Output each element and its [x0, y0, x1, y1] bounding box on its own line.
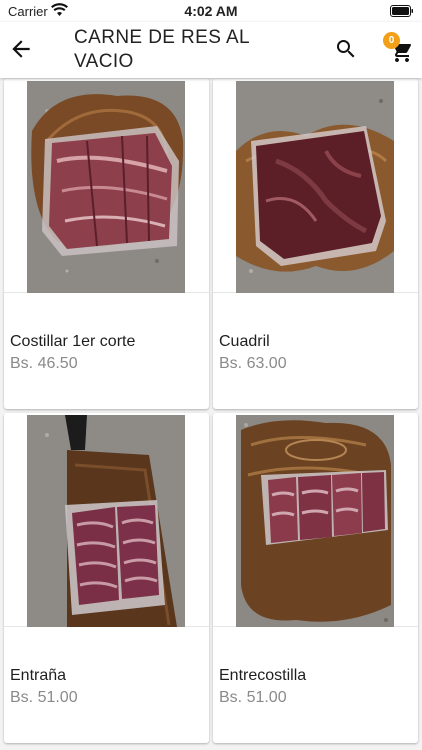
product-grid: Costillar 1er corte Bs. 46.50 Cuadril Bs…	[0, 78, 422, 750]
page-title: CARNE DE RES AL VACIO	[74, 27, 250, 72]
cart-count-badge: 0	[383, 32, 400, 49]
vacuum-packed-ribs-photo	[27, 81, 185, 293]
product-image	[4, 79, 209, 293]
status-time: 4:02 AM	[184, 3, 238, 19]
product-name: Entrecostilla	[219, 667, 307, 684]
product-price: Bs. 46.50	[10, 355, 78, 372]
vacuum-packed-skirt-steak-photo	[27, 415, 185, 627]
battery-icon	[390, 5, 413, 17]
product-name: Entraña	[10, 667, 67, 684]
product-image	[4, 413, 209, 627]
app-bar: CARNE DE RES AL VACIO 0	[0, 22, 422, 78]
status-bar: Carrier 4:02 AM	[0, 0, 422, 22]
product-name: Cuadril	[219, 333, 270, 350]
product-price: Bs. 51.00	[219, 689, 287, 706]
product-card[interactable]: Entraña Bs. 51.00	[4, 413, 209, 743]
product-card[interactable]: Costillar 1er corte Bs. 46.50	[4, 79, 209, 409]
product-name: Costillar 1er corte	[10, 333, 136, 350]
search-icon[interactable]	[334, 37, 358, 61]
vacuum-packed-rib-meat-photo	[236, 415, 394, 627]
back-arrow-icon[interactable]	[8, 36, 34, 62]
product-image	[213, 413, 418, 627]
product-card[interactable]: Cuadril Bs. 63.00	[213, 79, 418, 409]
product-price: Bs. 51.00	[10, 689, 78, 706]
product-image	[213, 79, 418, 293]
product-card[interactable]: Entrecostilla Bs. 51.00	[213, 413, 418, 743]
vacuum-packed-rump-photo	[236, 81, 394, 293]
product-price: Bs. 63.00	[219, 355, 287, 372]
